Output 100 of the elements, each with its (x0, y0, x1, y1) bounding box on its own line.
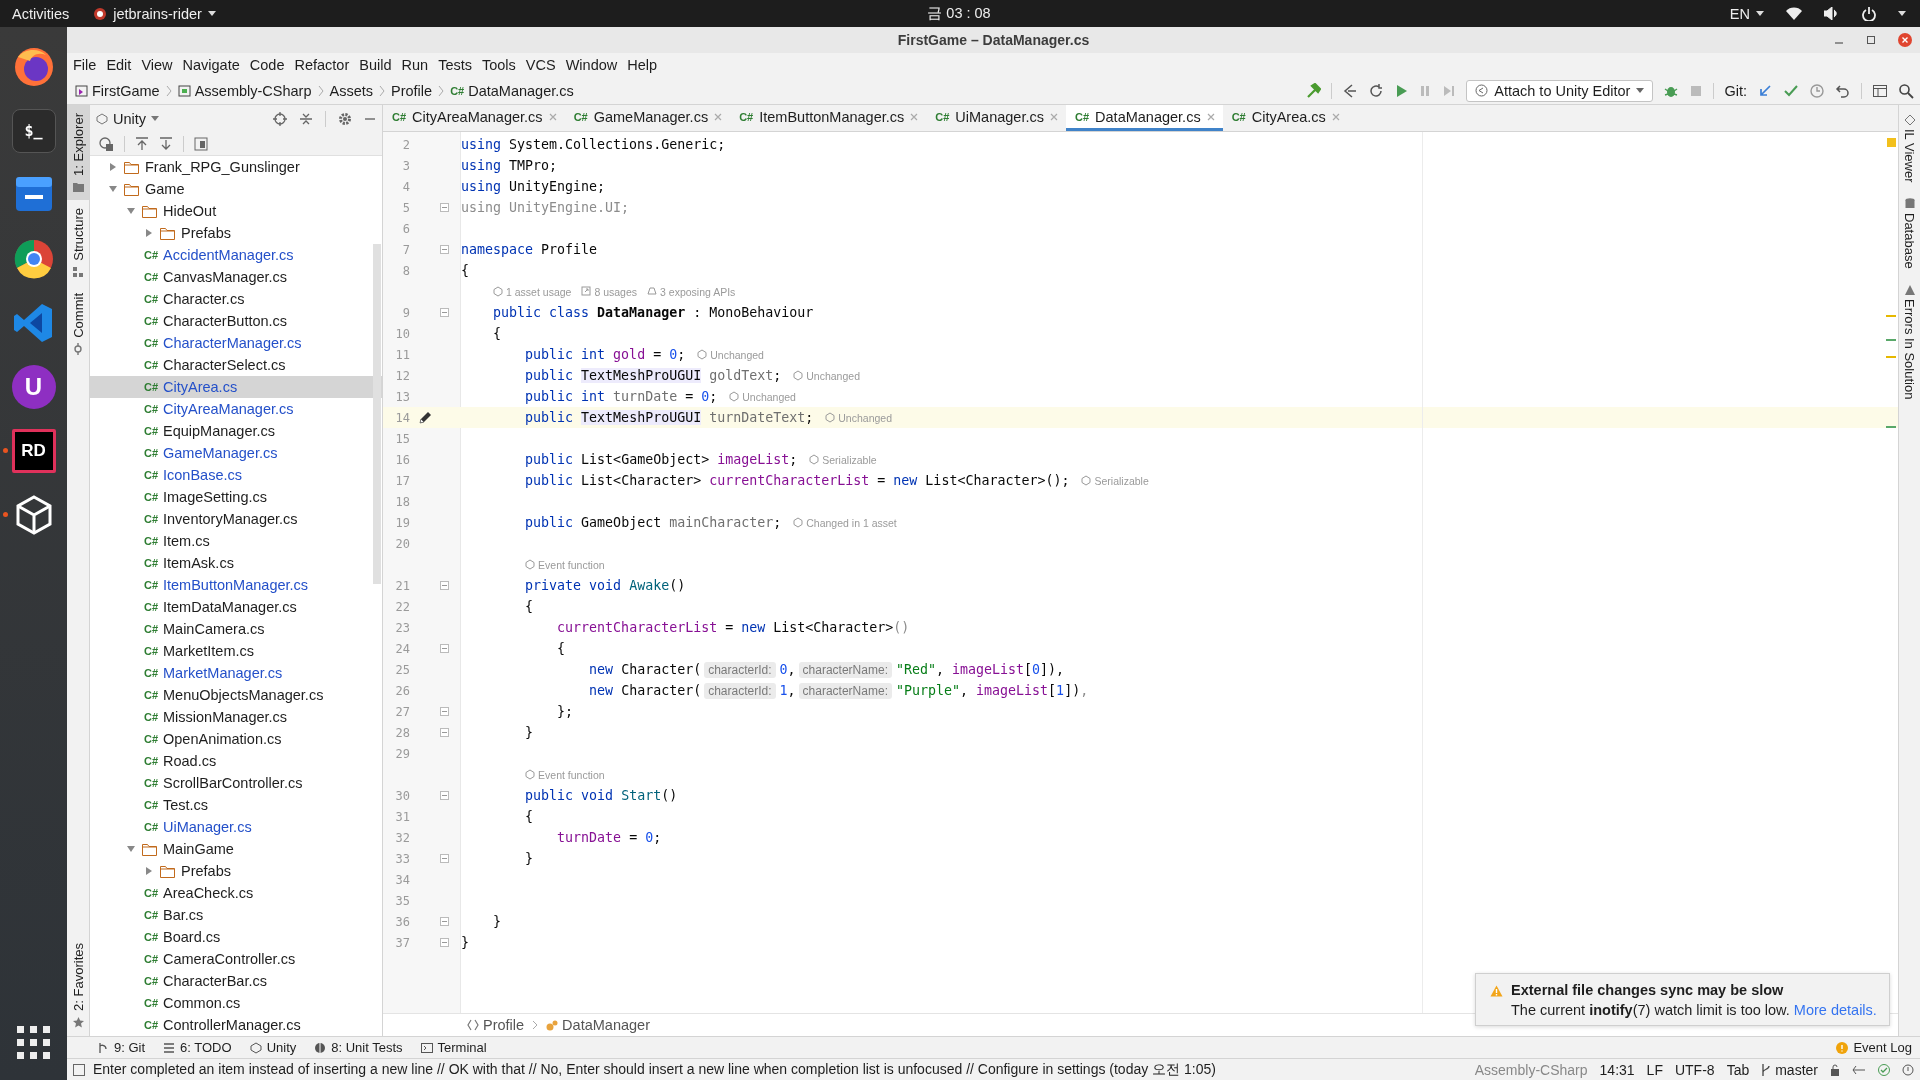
clock[interactable]: 금 03 : 08 (927, 4, 991, 23)
breadcrumb-item[interactable]: Assets (329, 82, 374, 99)
tree-row[interactable]: C# CityArea.cs (90, 376, 382, 398)
tree-row[interactable]: C# CharacterBar.cs (90, 970, 382, 992)
tree-row[interactable]: C# Test.cs (90, 794, 382, 816)
line-ending[interactable]: LF (1646, 1061, 1663, 1078)
expand-arrow-icon[interactable] (126, 206, 136, 216)
close-icon[interactable] (1050, 112, 1058, 121)
undo-icon[interactable] (1835, 82, 1851, 99)
language-menu[interactable]: EN (1729, 5, 1764, 22)
tool-window-button[interactable]: 8: Unit Tests (314, 1040, 403, 1055)
close-icon[interactable] (1206, 112, 1215, 121)
tree-row[interactable]: C# CameraController.cs (90, 948, 382, 970)
menu-item[interactable]: Window (560, 57, 623, 73)
tree-row[interactable]: C# AccidentManager.cs (90, 244, 382, 266)
layout-icon[interactable] (1872, 82, 1888, 99)
tree-row[interactable]: C# GameManager.cs (90, 442, 382, 464)
tree-row[interactable]: C# CharacterButton.cs (90, 310, 382, 332)
tree-row[interactable]: C# ItemDataManager.cs (90, 596, 382, 618)
menu-item[interactable]: Build (354, 57, 397, 73)
maximize-icon[interactable] (1866, 35, 1876, 45)
fold-icon[interactable] (440, 644, 449, 653)
git-branch[interactable]: master (1761, 1061, 1818, 1078)
breadcrumb-item[interactable]: DataManager (546, 1017, 650, 1033)
tree-row[interactable]: Game (90, 178, 382, 200)
app-icon[interactable]: U (11, 365, 56, 409)
update-icon[interactable] (1757, 82, 1773, 99)
close-icon[interactable] (1331, 112, 1340, 121)
tree-row[interactable]: C# Common.cs (90, 992, 382, 1014)
tool-window-button[interactable]: Terminal (420, 1040, 487, 1055)
expand-arrow-icon[interactable] (108, 184, 118, 194)
expand-arrow-icon[interactable] (108, 162, 118, 172)
menu-item[interactable]: Tests (433, 57, 477, 73)
terminal-icon[interactable]: $_ (11, 109, 56, 153)
tree-row[interactable]: C# EquipManager.cs (90, 420, 382, 442)
tree-row[interactable]: C# MenuObjectsManager.cs (90, 684, 382, 706)
tree-row[interactable]: HideOut (90, 200, 382, 222)
tool-window-button[interactable]: Unity (249, 1040, 297, 1055)
tree-row[interactable]: Prefabs (90, 860, 382, 882)
menu-item[interactable]: Navigate (177, 57, 245, 73)
tree-row[interactable]: C# InventoryManager.cs (90, 508, 382, 530)
history-icon[interactable] (1809, 82, 1825, 99)
tree-row[interactable]: C# OpenAnimation.cs (90, 728, 382, 750)
side-tab[interactable]: Errors In Solution (1902, 285, 1917, 400)
breadcrumb-item[interactable]: Profile (467, 1017, 525, 1033)
menu-item[interactable]: Help (622, 57, 663, 73)
fold-icon[interactable] (440, 581, 449, 590)
tool-window-button[interactable]: 6: TODO (163, 1040, 232, 1055)
close-icon[interactable] (714, 112, 723, 121)
hammer-icon[interactable] (1305, 82, 1322, 99)
tree-row[interactable]: C# MarketManager.cs (90, 662, 382, 684)
pencil-icon[interactable] (418, 410, 432, 425)
menu-item[interactable]: Run (396, 57, 434, 73)
fold-icon[interactable] (440, 245, 449, 254)
notifications-icon[interactable] (1902, 1063, 1914, 1076)
side-tab[interactable]: Structure (67, 199, 89, 285)
fold-icon[interactable] (440, 203, 449, 212)
tree-row[interactable]: C# ItemButtonManager.cs (90, 574, 382, 596)
menu-item[interactable]: View (136, 57, 178, 73)
menu-item[interactable]: VCS (520, 57, 561, 73)
side-tab[interactable]: 1: Explorer (67, 105, 89, 200)
scrollbar[interactable] (373, 244, 381, 584)
collapse-icon[interactable] (159, 136, 173, 151)
tree-row[interactable]: C# ScrollBarController.cs (90, 772, 382, 794)
more-details-link[interactable]: More details. (1793, 1002, 1877, 1018)
fold-icon[interactable] (440, 938, 449, 947)
expand-arrow-icon[interactable] (126, 844, 136, 854)
file-encoding[interactable]: UTF-8 (1674, 1061, 1715, 1078)
side-tab[interactable]: Commit (67, 284, 89, 364)
locate-icon[interactable] (273, 111, 287, 126)
inspection-icon[interactable] (1852, 1063, 1866, 1076)
event-log-button[interactable]: Event Log (1836, 1040, 1912, 1055)
tree-row[interactable]: C# Road.cs (90, 750, 382, 772)
run-icon[interactable] (1394, 83, 1409, 98)
tree-row[interactable]: C# MainCamera.cs (90, 618, 382, 640)
refresh-icon[interactable] (1368, 82, 1385, 99)
back-icon[interactable] (1342, 82, 1359, 99)
tree-row[interactable]: C# ItemAsk.cs (90, 552, 382, 574)
preview-icon[interactable] (194, 136, 208, 151)
editor-tab[interactable]: C# DataManager.cs (1066, 105, 1223, 131)
tree-row[interactable]: C# Item.cs (90, 530, 382, 552)
menu-item[interactable]: Code (244, 57, 290, 73)
expand-arrow-icon[interactable] (144, 228, 154, 238)
indent-setting[interactable]: Tab (1726, 1061, 1750, 1078)
app-menu[interactable]: jetbrains-rider (93, 5, 216, 22)
lock-icon[interactable] (1830, 1063, 1840, 1076)
tool-window-button[interactable]: 9: Git (97, 1040, 146, 1055)
step-icon[interactable] (1442, 83, 1457, 98)
tree-row[interactable]: C# MarketItem.cs (90, 640, 382, 662)
app-icon[interactable]: RD (11, 429, 56, 473)
apps-grid-icon[interactable] (17, 1026, 50, 1059)
close-icon[interactable] (910, 112, 919, 121)
tree-row[interactable]: Prefabs (90, 222, 382, 244)
ok-icon[interactable] (1878, 1063, 1890, 1076)
tree-row[interactable]: C# CanvasManager.cs (90, 266, 382, 288)
run-configuration-dropdown[interactable]: Attach to Unity Editor (1466, 79, 1654, 102)
view-selector[interactable]: Unity (96, 110, 160, 127)
fold-icon[interactable] (440, 917, 449, 926)
breadcrumb-item[interactable]: Profile (391, 82, 433, 99)
collapse-icon[interactable] (299, 111, 313, 126)
